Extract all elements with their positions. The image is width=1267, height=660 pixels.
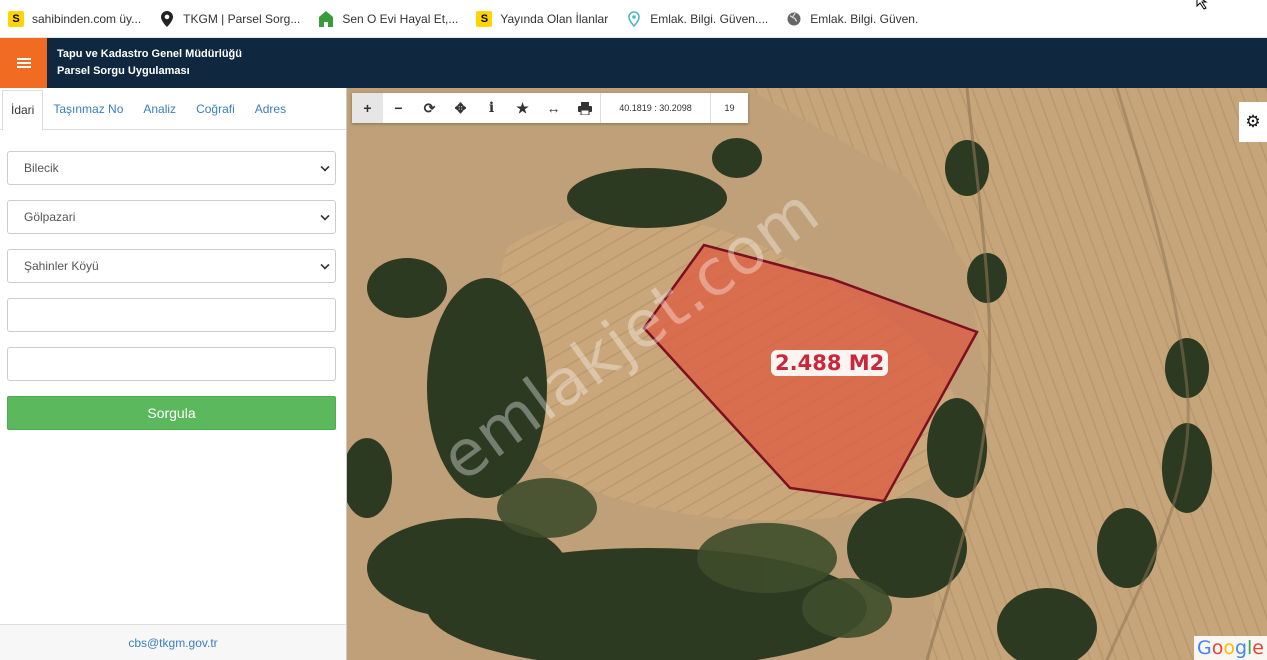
arrows-horizontal-icon: ↔	[546, 100, 561, 116]
info-button[interactable]: i	[476, 93, 507, 123]
bookmark-yayinda-ilanlar[interactable]: S Yayında Olan İlanlar	[476, 10, 609, 27]
bookmark-label: Yayında Olan İlanlar	[500, 11, 609, 26]
zoom-level-readout: 19	[710, 93, 748, 123]
ada-input[interactable]	[7, 298, 336, 332]
bookmark-label: TKGM | Parsel Sorg...	[183, 11, 301, 26]
gear-icon: ⚙	[1245, 112, 1261, 131]
contact-email-link[interactable]: cbs@tkgm.gov.tr	[128, 636, 217, 650]
globe-icon	[786, 11, 802, 27]
minus-icon: −	[394, 100, 403, 116]
bookmark-label: Sen O Evi Hayal Et,...	[342, 11, 459, 26]
bookmark-sen-o-evi[interactable]: Sen O Evi Hayal Et,...	[318, 10, 459, 27]
bookmark-label: Emlak. Bilgi. Güven.	[810, 11, 919, 26]
hamburger-icon	[16, 62, 31, 64]
chevron-down-icon	[320, 162, 330, 172]
printer-icon	[577, 101, 592, 115]
app-header: Tapu ve Kadastro Genel Müdürlüğü Parsel …	[0, 38, 1267, 88]
bookmark-emlak-1[interactable]: Emlak. Bilgi. Güven....	[626, 10, 769, 27]
mahalle-select[interactable]: Şahinler Köyü	[7, 249, 336, 283]
plus-icon: +	[363, 100, 372, 116]
refresh-button[interactable]: ⟳	[414, 93, 445, 123]
map-pin-icon	[159, 10, 175, 27]
tab-analiz[interactable]: Analiz	[133, 88, 186, 129]
refresh-icon: ⟳	[423, 99, 436, 116]
il-select-value: Bilecik	[24, 161, 59, 175]
sahibinden-s-icon: S	[476, 10, 493, 27]
zoom-in-button[interactable]: +	[352, 93, 383, 123]
bookmark-label: Emlak. Bilgi. Güven....	[650, 11, 769, 26]
il-select[interactable]: Bilecik	[7, 151, 336, 185]
map-settings-button[interactable]: ⚙	[1239, 102, 1267, 142]
sahibinden-s-icon: S	[8, 10, 24, 27]
print-button[interactable]	[569, 93, 600, 123]
ilce-select[interactable]: Gölpazari	[7, 200, 336, 234]
mouse-cursor-icon	[1196, 0, 1208, 10]
query-panel: İdari Taşınmaz No Analiz Coğrafi Adres B…	[0, 88, 347, 660]
bookmark-emlak-2[interactable]: Emlak. Bilgi. Güven.	[786, 11, 918, 27]
query-tabs: İdari Taşınmaz No Analiz Coğrafi Adres	[0, 88, 346, 131]
bookmark-tkgm[interactable]: TKGM | Parsel Sorg...	[159, 10, 301, 27]
tab-tasinmaz-no[interactable]: Taşınmaz No	[43, 88, 133, 129]
coordinate-readout: 40.1819 : 30.2098	[600, 93, 710, 123]
map-toolbar: + − ⟳ ✥ i ★ ↔ 40.1819 : 30.2098 19	[352, 93, 748, 123]
google-logo: Google	[1196, 637, 1264, 659]
favorite-button[interactable]: ★	[507, 93, 538, 123]
app-title-line1: Tapu ve Kadastro Genel Müdürlüğü	[57, 48, 242, 60]
tab-cografi[interactable]: Coğrafi	[186, 88, 245, 129]
contact-footer: cbs@tkgm.gov.tr	[0, 624, 346, 660]
measure-button[interactable]: ↔	[538, 93, 569, 123]
locate-button[interactable]: ✥	[445, 93, 476, 123]
star-icon: ★	[516, 99, 529, 116]
parcel-area-label: 2.488 M2	[771, 350, 889, 376]
tab-idari[interactable]: İdari	[2, 90, 44, 131]
crosshair-icon: ✥	[454, 99, 467, 116]
google-attribution: Google	[1193, 636, 1267, 660]
zoom-out-button[interactable]: −	[383, 93, 414, 123]
chevron-down-icon	[320, 260, 330, 270]
hamburger-menu-button[interactable]	[0, 38, 47, 88]
bookmark-label: sahibinden.com üy...	[32, 11, 142, 26]
app-title-line2: Parsel Sorgu Uygulaması	[57, 65, 190, 77]
map-pin-outline-icon	[626, 10, 642, 27]
tab-adres[interactable]: Adres	[245, 88, 296, 129]
info-icon: i	[488, 100, 495, 116]
ilce-select-value: Gölpazari	[24, 210, 76, 224]
home-icon	[318, 10, 334, 27]
bookmark-sahibinden[interactable]: S sahibinden.com üy...	[8, 10, 142, 27]
parsel-input[interactable]	[7, 347, 336, 381]
map-view[interactable]: emlakjet.com + − ⟳ ✥ i ★ ↔ 40.1819 : 30.…	[347, 88, 1267, 660]
mahalle-select-value: Şahinler Köyü	[24, 259, 99, 273]
chevron-down-icon	[320, 211, 330, 221]
bookmarks-bar: S sahibinden.com üy... TKGM | Parsel Sor…	[0, 0, 1267, 38]
sorgula-button[interactable]: Sorgula	[7, 396, 336, 430]
app-title: Tapu ve Kadastro Genel Müdürlüğü Parsel …	[57, 46, 242, 80]
